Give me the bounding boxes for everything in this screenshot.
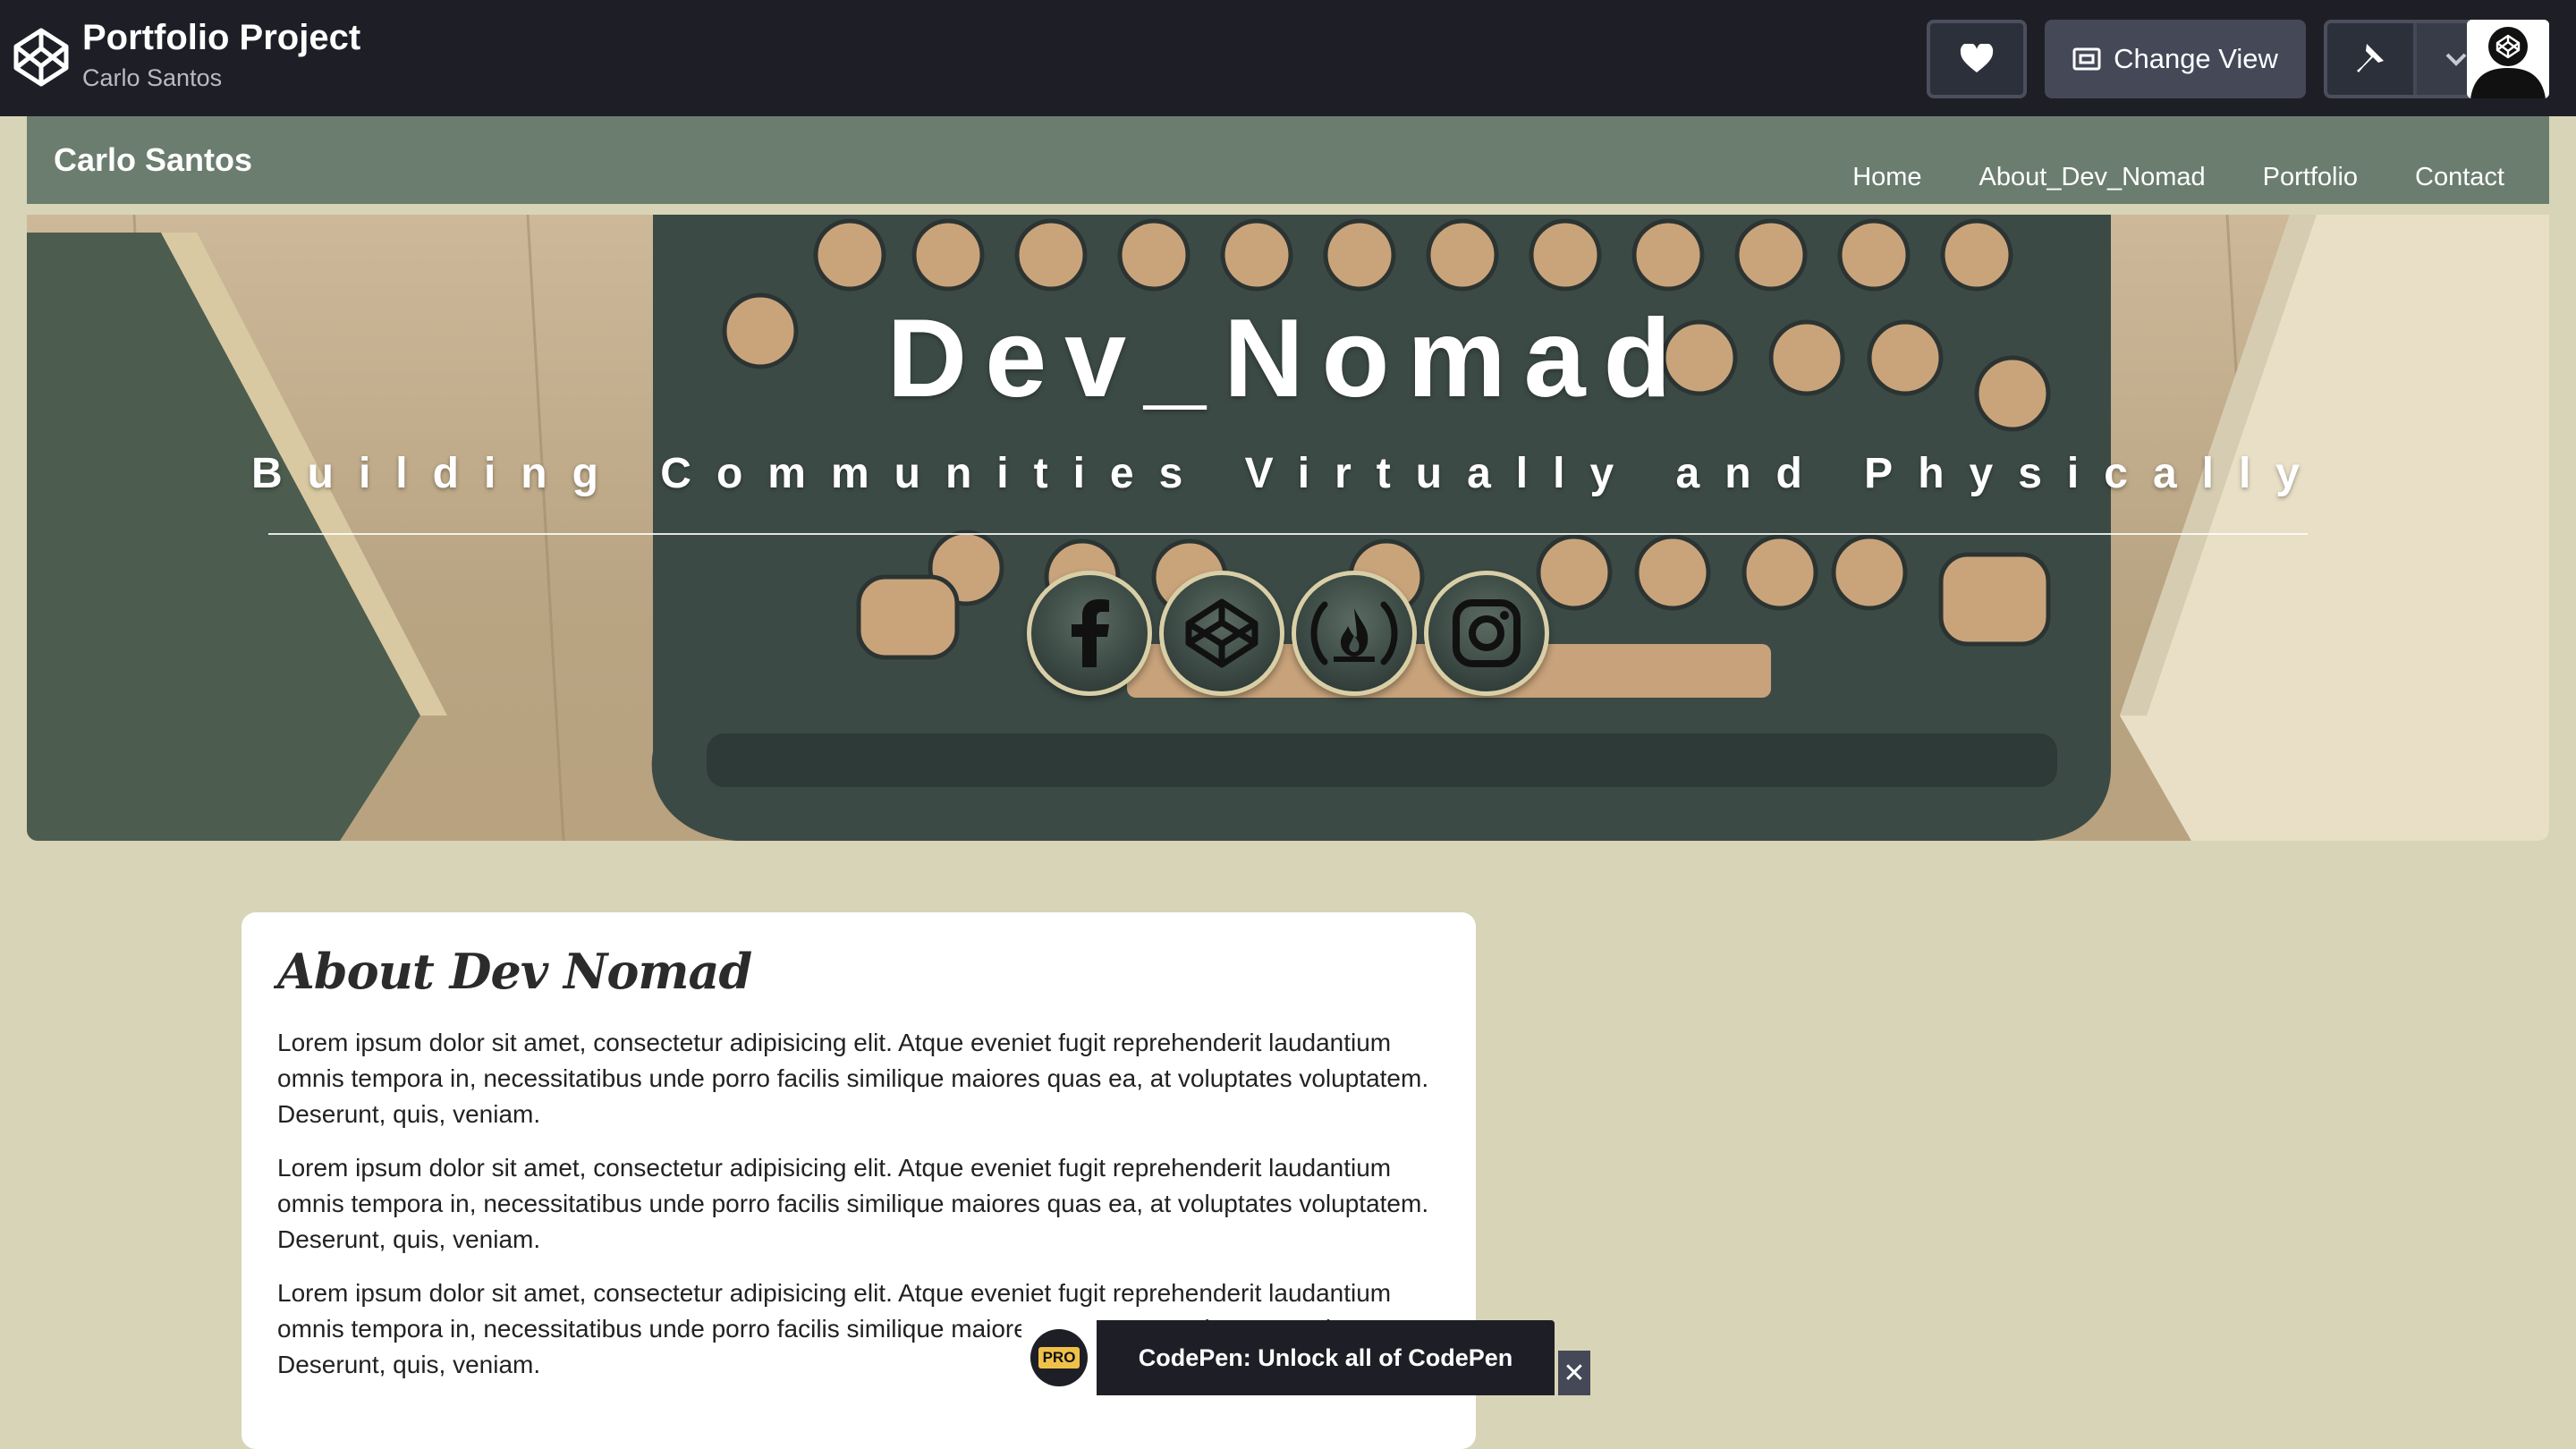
pin-icon bbox=[2357, 44, 2384, 72]
nav-link-portfolio[interactable]: Portfolio bbox=[2263, 163, 2358, 192]
hero-title: Dev_Nomad bbox=[886, 297, 1690, 420]
pro-badge-icon: PRO bbox=[1030, 1329, 1088, 1386]
heart-icon bbox=[1960, 44, 1994, 72]
nav-link-home[interactable]: Home bbox=[1852, 163, 1921, 192]
about-heading: About Dev Nomad bbox=[277, 943, 752, 1000]
codepen-link[interactable] bbox=[1159, 571, 1284, 696]
toast-message[interactable]: CodePen: Unlock all of CodePen bbox=[1097, 1344, 1555, 1372]
change-view-label: Change View bbox=[2114, 43, 2278, 74]
pen-author[interactable]: Carlo Santos bbox=[82, 64, 222, 92]
hero-subtitle: Building Communities Virtually and Physi… bbox=[250, 450, 2325, 497]
nav-links: Home About_Dev_Nomad Portfolio Contact bbox=[1852, 163, 2504, 192]
about-paragraph: Lorem ipsum dolor sit amet, consectetur … bbox=[277, 1154, 1429, 1253]
about-paragraph: Lorem ipsum dolor sit amet, consectetur … bbox=[277, 1029, 1429, 1128]
instagram-link[interactable] bbox=[1424, 571, 1549, 696]
like-button[interactable] bbox=[1927, 20, 2027, 98]
codepen-icon bbox=[1185, 598, 1258, 668]
facebook-icon bbox=[1072, 599, 1109, 667]
change-view-button[interactable]: Change View bbox=[2045, 20, 2306, 98]
site-navbar: Carlo Santos Home About_Dev_Nomad Portfo… bbox=[27, 116, 2549, 204]
nav-link-contact[interactable]: Contact bbox=[2415, 163, 2504, 192]
freecodecamp-icon bbox=[1310, 601, 1398, 665]
instagram-icon bbox=[1453, 599, 1521, 667]
pro-badge-label: PRO bbox=[1038, 1347, 1080, 1368]
nav-link-about[interactable]: About_Dev_Nomad bbox=[1979, 163, 2206, 192]
freecodecamp-link[interactable] bbox=[1292, 571, 1417, 696]
hero-divider bbox=[268, 533, 2308, 535]
avatar[interactable] bbox=[2467, 20, 2549, 98]
codepen-logo-icon[interactable] bbox=[13, 25, 70, 89]
pen-title[interactable]: Portfolio Project bbox=[82, 18, 360, 58]
facebook-link[interactable] bbox=[1027, 571, 1152, 696]
hero-banner: Dev_Nomad Building Communities Virtually… bbox=[27, 215, 2549, 841]
site-brand[interactable]: Carlo Santos bbox=[54, 141, 252, 179]
codepen-header: Portfolio Project Carlo Santos Change Vi… bbox=[0, 0, 2576, 116]
layout-icon bbox=[2072, 47, 2101, 71]
pro-badge-container: PRO bbox=[1021, 1320, 1097, 1395]
pin-button[interactable] bbox=[2327, 23, 2413, 95]
close-icon[interactable]: ✕ bbox=[1558, 1351, 1590, 1395]
pro-upsell-toast[interactable]: PRO CodePen: Unlock all of CodePen bbox=[1021, 1320, 1555, 1395]
social-links bbox=[1027, 571, 1549, 696]
chevron-down-icon bbox=[2445, 53, 2467, 66]
